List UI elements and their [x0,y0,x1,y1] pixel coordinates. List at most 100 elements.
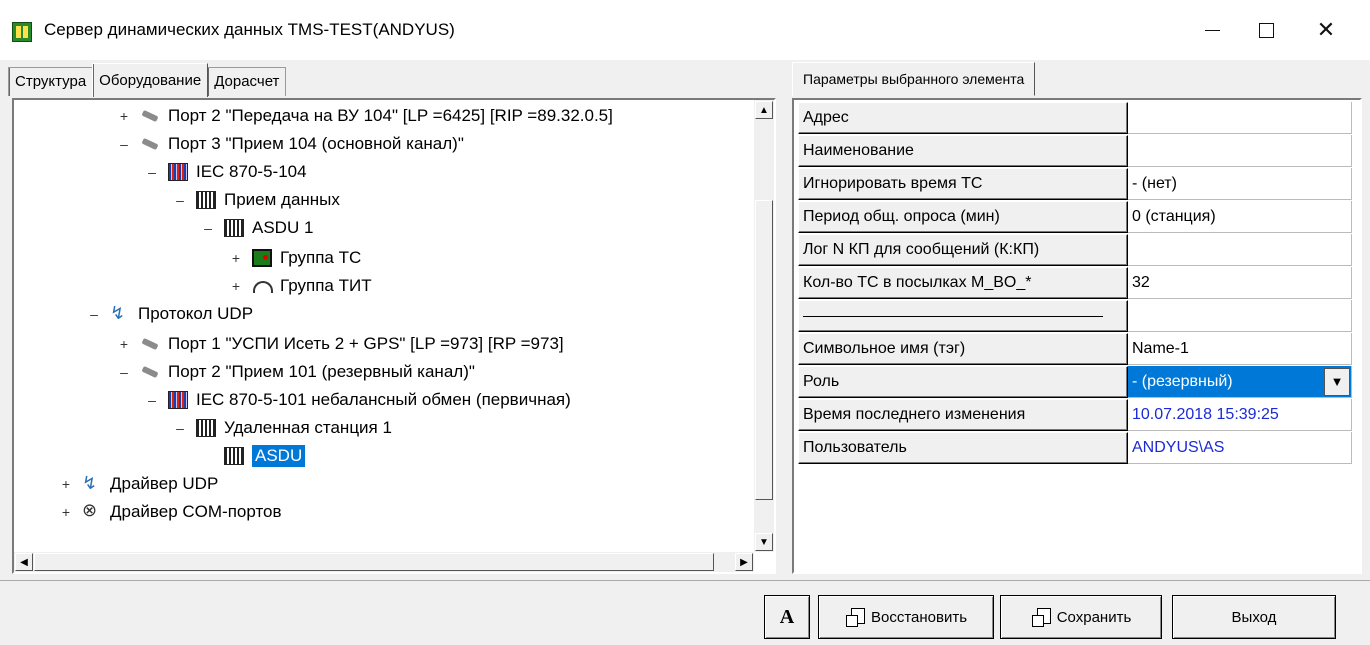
property-name: Адрес [798,102,1128,134]
collapse-icon[interactable]: – [118,136,130,152]
chevron-down-icon[interactable]: ▼ [1324,367,1350,396]
tree-item[interactable]: – Порт 2 "Прием 101 (резервный канал)" [118,358,475,386]
property-value[interactable]: 32 [1128,267,1352,299]
port-icon [140,135,160,153]
scroll-right-icon[interactable]: ▶ [735,553,753,571]
property-row[interactable]: Лог N КП для сообщений (К:КП) [798,234,1352,267]
scroll-left-icon[interactable]: ◀ [15,553,33,571]
port-icon [140,335,160,353]
udp-driver-icon [82,473,102,494]
property-row[interactable]: Время последнего изменения 10.07.2018 15… [798,399,1352,432]
collapse-icon[interactable]: – [118,364,130,380]
tree-vertical-scrollbar[interactable]: ▲ ▼ [754,100,774,552]
scroll-thumb[interactable] [755,200,773,500]
tree-item[interactable]: – Прием данных [174,186,340,214]
property-value[interactable]: Name-1 [1128,333,1352,365]
tree-horizontal-scrollbar[interactable]: ◀ ▶ [14,552,754,572]
tree-item[interactable]: + Драйвер UDP [60,470,218,498]
tree-item[interactable]: + Драйвер COM-портов [60,498,282,526]
save-icon [1031,607,1051,627]
property-value[interactable]: 0 (станция) [1128,201,1352,233]
tree-item[interactable]: – ASDU 1 [202,214,313,242]
left-tab-strip: Структура Оборудование Дорасчет [8,60,287,97]
property-name: Роль [798,366,1128,398]
tree-item[interactable]: + Порт 1 "УСПИ Исеть 2 + GPS" [LP =973] … [118,330,564,358]
property-name: Период общ. опроса (мин) [798,201,1128,233]
property-value: ANDYUS\AS [1128,432,1352,464]
tree-item-label: Группа ТС [280,248,362,267]
restore-button-label: Восстановить [870,608,968,626]
property-row[interactable]: Период общ. опроса (мин) 0 (станция) [798,201,1352,234]
equipment-tree-frame: + Порт 2 "Передача на ВУ 104" [LP =6425]… [12,98,776,574]
tree-item[interactable]: + Группа ТИТ [230,272,372,300]
collapse-icon[interactable]: – [146,164,158,180]
property-row[interactable]: Пользователь ANDYUS\AS [798,432,1352,465]
maximize-button[interactable] [1236,10,1296,50]
property-name: Кол-во ТС в посылках M_BO_* [798,267,1128,299]
iec-bw-icon [224,447,244,465]
scroll-down-icon[interactable]: ▼ [755,533,773,551]
expand-icon[interactable]: + [230,278,242,294]
maximize-icon [1258,22,1274,38]
tree-item[interactable]: + Порт 2 "Передача на ВУ 104" [LP =6425]… [118,102,613,130]
property-row[interactable]: Роль - (резервный) ▼ [798,366,1352,399]
equipment-tree[interactable]: + Порт 2 "Передача на ВУ 104" [LP =6425]… [14,100,754,552]
tree-item-label: IEC 870-5-101 небалансный обмен (первичн… [196,390,571,409]
property-value [1128,300,1352,332]
tab-structure[interactable]: Структура [8,67,94,96]
role-select[interactable]: - (резервный) ▼ [1128,366,1352,398]
property-row[interactable]: Кол-во ТС в посылках M_BO_* 32 [798,267,1352,300]
collapse-icon[interactable]: – [202,220,214,236]
tree-item[interactable]: – Протокол UDP [88,300,253,328]
exit-button-label: Выход [1231,608,1277,626]
collapse-icon[interactable]: – [88,306,100,322]
save-button[interactable]: Сохранить [1000,595,1162,639]
exit-button[interactable]: Выход [1172,595,1336,639]
scroll-up-icon[interactable]: ▲ [755,101,773,119]
close-button[interactable]: ✕ [1296,10,1356,50]
tree-item-label: Порт 1 "УСПИ Исеть 2 + GPS" [LP =973] [R… [168,334,564,353]
tree-item[interactable]: – Удаленная станция 1 [174,414,392,442]
minimize-button[interactable] [1182,10,1242,50]
property-separator-row [798,300,1352,333]
tree-item[interactable]: – IEC 870-5-101 небалансный обмен (перви… [146,386,571,414]
tab-calculation[interactable]: Дорасчет [207,67,287,96]
port-icon [140,363,160,381]
tree-item[interactable]: + Группа ТС [230,244,361,272]
bottom-toolbar: A Восстановить Сохранить Выход [0,580,1370,645]
tab-selected-element-params[interactable]: Параметры выбранного элемента [792,62,1036,96]
com-driver-icon [82,500,102,521]
restore-button[interactable]: Восстановить [818,595,994,639]
properties-panel: Параметры выбранного элемента Адрес Наим… [786,60,1364,576]
property-row[interactable]: Адрес [798,102,1352,135]
property-row[interactable]: Символьное имя (тэг) Name-1 [798,333,1352,366]
expand-icon[interactable]: + [118,108,130,124]
tree-item[interactable]: – IEC 870-5-104 [146,158,307,186]
property-value[interactable] [1128,234,1352,266]
property-name: Наименование [798,135,1128,167]
tab-equipment[interactable]: Оборудование [92,63,209,97]
tree-item[interactable]: – Порт 3 "Прием 104 (основной канал)" [118,130,464,158]
font-button[interactable]: A [764,595,810,639]
property-value[interactable] [1128,135,1352,167]
property-value[interactable] [1128,102,1352,134]
title-bar: Сервер динамических данных TMS-TEST(ANDY… [0,0,1370,60]
properties-grid-frame: Адрес Наименование Игнорировать время ТС… [792,98,1362,574]
collapse-icon[interactable]: – [146,392,158,408]
tree-item-label: ASDU [252,445,306,467]
expand-icon[interactable]: + [60,504,72,520]
expand-icon[interactable]: + [118,336,130,352]
property-separator [798,300,1128,332]
property-row[interactable]: Игнорировать время ТС - (нет) [798,168,1352,201]
scroll-thumb-horizontal[interactable] [34,553,714,571]
tree-item-selected[interactable]: ASDU [202,442,306,470]
restore-icon [845,607,865,627]
collapse-icon[interactable]: – [174,420,186,436]
expand-icon[interactable]: + [60,476,72,492]
tit-group-icon [252,277,273,295]
collapse-icon[interactable]: – [174,192,186,208]
property-value[interactable]: - (нет) [1128,168,1352,200]
tree-item-label: Группа ТИТ [280,276,372,295]
property-row[interactable]: Наименование [798,135,1352,168]
expand-icon[interactable]: + [230,250,242,266]
